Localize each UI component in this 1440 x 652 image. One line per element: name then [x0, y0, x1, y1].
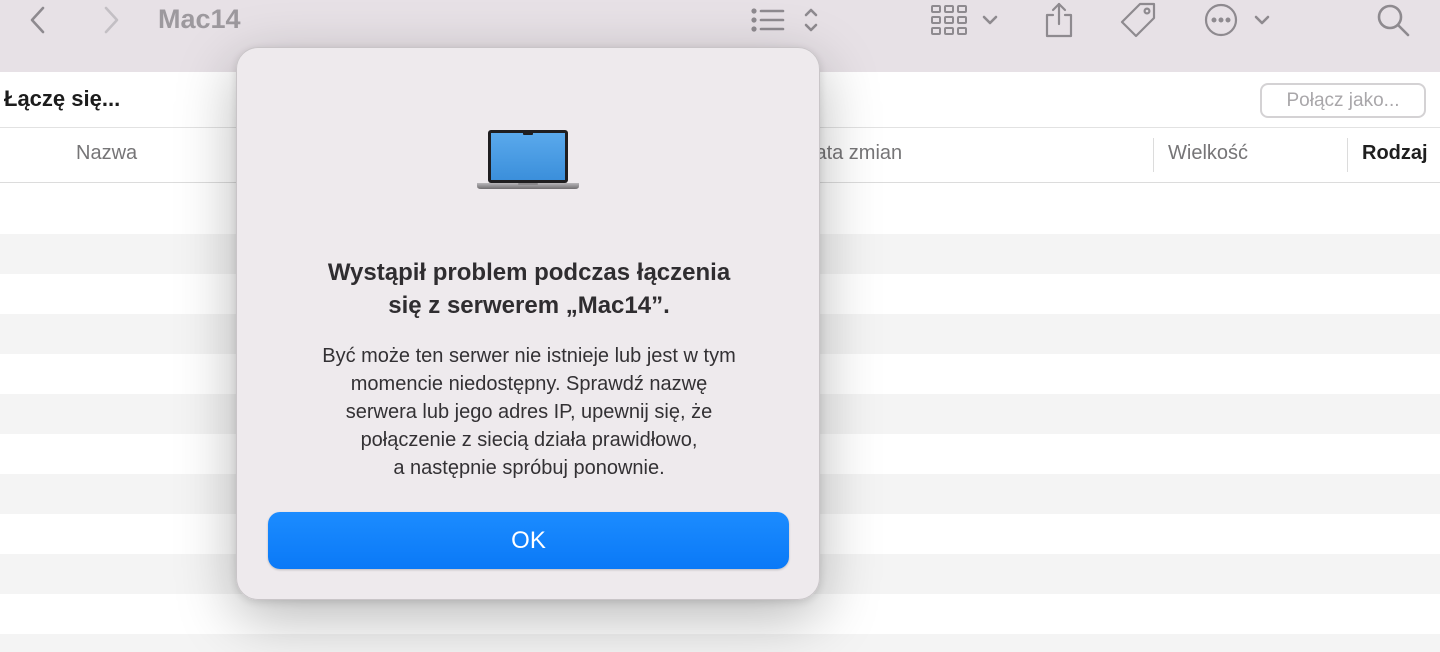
back-icon[interactable]: [22, 0, 54, 40]
dialog-message: Być może ten serwer nie istnieje lub jes…: [257, 342, 801, 482]
dialog-message-line: serwera lub jego adres IP, upewnij się, …: [345, 401, 713, 423]
column-header-kind[interactable]: Rodzaj: [1362, 142, 1428, 165]
share-icon[interactable]: [1042, 0, 1076, 40]
column-header-size[interactable]: Wielkość: [1168, 142, 1248, 165]
dialog-title-line: Wystąpił problem podczas łączenia: [327, 259, 731, 286]
chevron-down-icon[interactable]: [1252, 0, 1272, 40]
forward-icon[interactable]: [95, 0, 127, 40]
ok-button[interactable]: OK: [268, 512, 789, 569]
dialog-message-line: a następnie spróbuj ponownie.: [393, 457, 665, 479]
dialog-message-line: Być może ten serwer nie istnieje lub jes…: [322, 345, 736, 367]
column-header-name[interactable]: Nazwa: [76, 142, 137, 165]
chevron-down-icon[interactable]: [980, 0, 1000, 40]
window-title: Mac14: [158, 4, 241, 34]
dialog-message-line: momencie niedostępny. Sprawdź nazwę: [350, 373, 708, 395]
connection-status: Łączę się...: [4, 86, 121, 111]
column-separator[interactable]: [1347, 138, 1348, 172]
search-icon[interactable]: [1374, 0, 1412, 40]
alert-dialog: Wystąpił problem podczas łączenia się z …: [236, 47, 820, 600]
more-icon[interactable]: [1202, 0, 1240, 40]
list-view-icon[interactable]: [748, 0, 788, 40]
dialog-message-line: połączenie z siecią działa prawidłowo,: [360, 429, 698, 451]
laptop-icon: [475, 128, 581, 194]
sort-chevrons-icon[interactable]: [800, 0, 822, 40]
connect-as-button[interactable]: Połącz jako...: [1260, 83, 1426, 118]
list-row: [0, 634, 1440, 652]
tag-icon[interactable]: [1116, 0, 1160, 40]
column-separator[interactable]: [1153, 138, 1154, 172]
dialog-title-line: się z serwerem „Mac14”.: [388, 292, 670, 319]
icon-grid-icon[interactable]: [928, 0, 970, 40]
dialog-title: Wystąpił problem podczas łączenia się z …: [257, 256, 801, 322]
